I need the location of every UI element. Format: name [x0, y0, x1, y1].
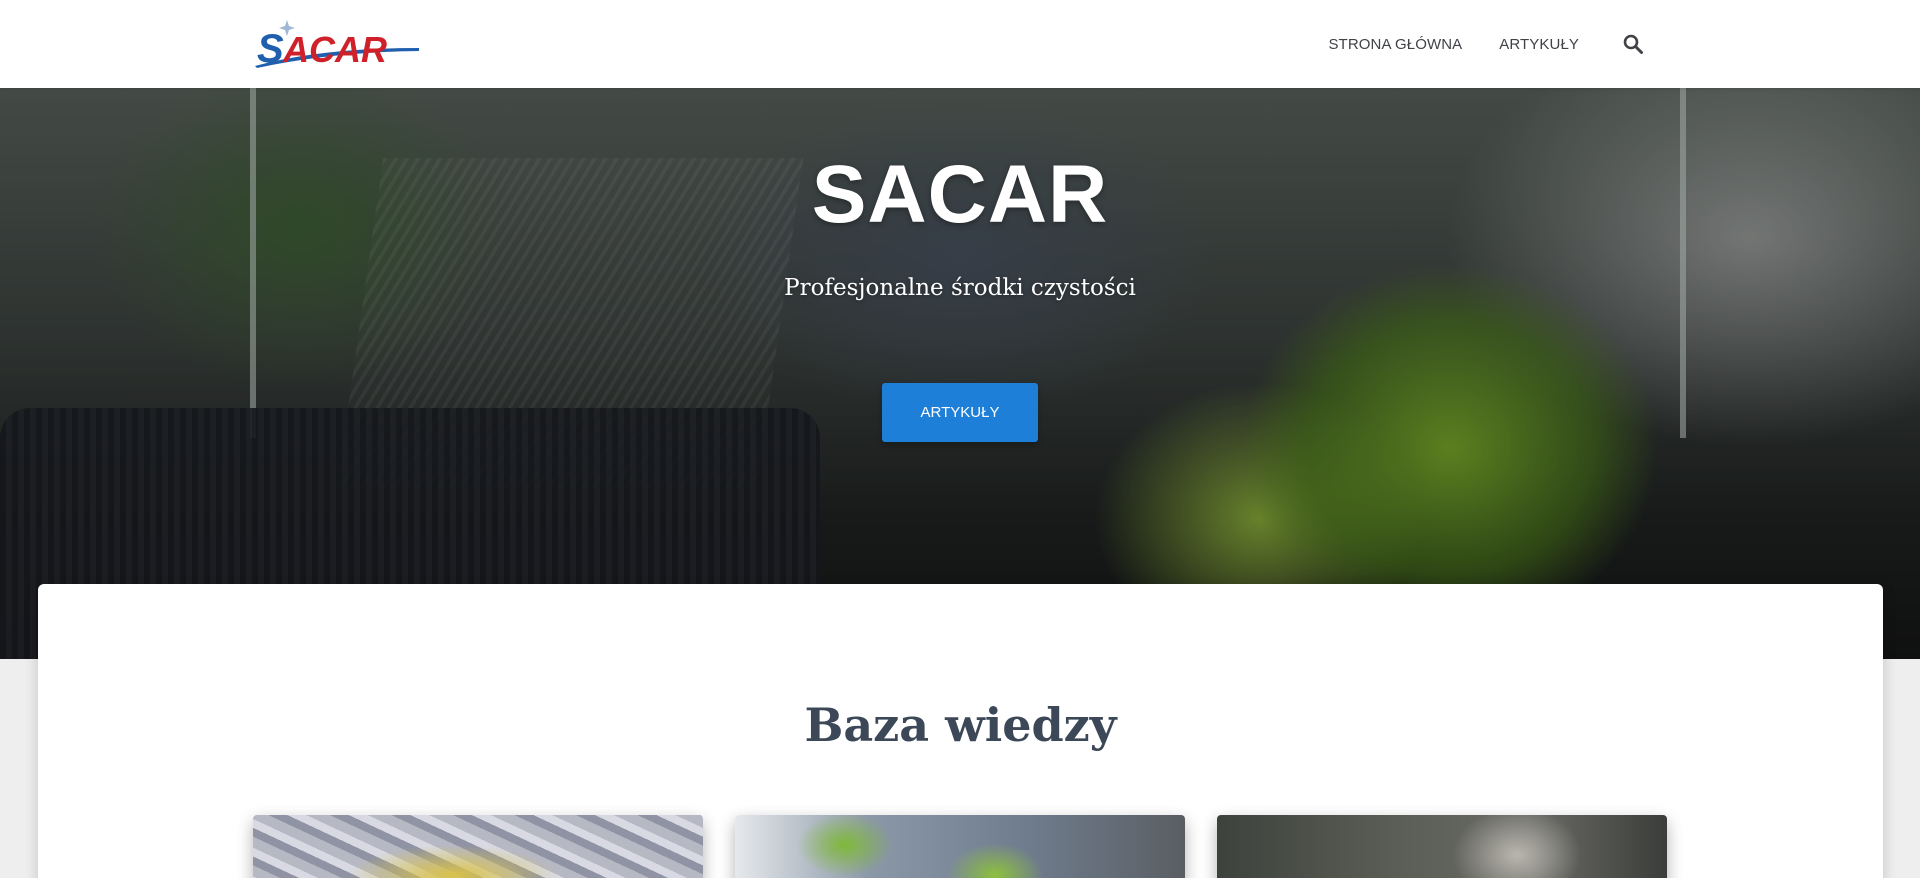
svg-text:S: S	[257, 27, 284, 70]
main-nav: STRONA GŁÓWNA ARTYKUŁY	[1291, 0, 1645, 88]
hero-title: SACAR	[811, 149, 1109, 240]
post-card-thumbnail[interactable]	[735, 815, 1185, 878]
post-card-thumbnail[interactable]	[1217, 815, 1667, 878]
hero-articles-button[interactable]: ARTYKUŁY	[882, 383, 1038, 442]
hero-subtitle: Profesjonalne środki czystości	[784, 275, 1136, 301]
nav-item-home[interactable]: STRONA GŁÓWNA	[1328, 36, 1462, 53]
site-logo[interactable]: S ACAR	[251, 18, 421, 70]
sacar-logo-image: S ACAR	[255, 20, 419, 70]
hero-section: SACAR Profesjonalne środki czystości ART…	[0, 88, 1920, 659]
section-title: Baza wiedzy	[804, 698, 1117, 752]
site-header: S ACAR STRONA GŁÓWNA ARTYKUŁY	[0, 0, 1920, 88]
post-card-thumbnail[interactable]	[253, 815, 703, 878]
search-icon[interactable]	[1621, 32, 1645, 56]
svg-text:ACAR: ACAR	[282, 29, 387, 70]
nav-item-articles[interactable]: ARTYKUŁY	[1499, 36, 1579, 53]
main-content: Baza wiedzy	[38, 584, 1883, 878]
